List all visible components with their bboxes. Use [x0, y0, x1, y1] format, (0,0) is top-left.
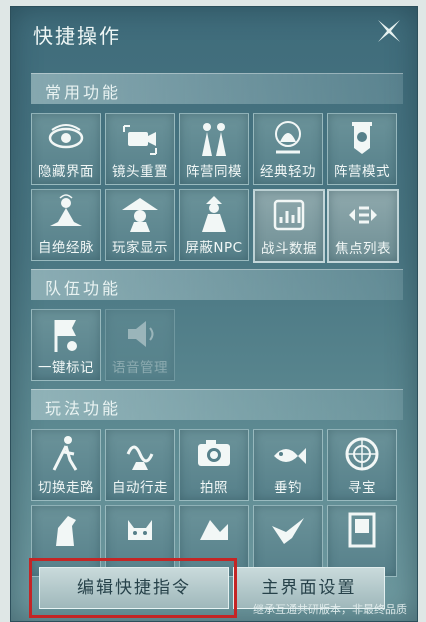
- cat-icon: [128, 520, 152, 540]
- section-team: 队伍功能: [31, 269, 403, 300]
- tile-label: 阵营同模: [186, 164, 242, 180]
- lightness-skill-icon: [275, 121, 301, 154]
- tile-label: 语音管理: [112, 360, 168, 376]
- tile-label: 自绝经脉: [38, 240, 94, 256]
- bird-icon: [272, 518, 304, 544]
- camera-icon: [123, 125, 157, 155]
- treasure-hunt-button[interactable]: 寻宝: [327, 429, 397, 501]
- panel-header: 快捷操作: [11, 7, 417, 55]
- photo-icon: [198, 440, 230, 466]
- fishing-icon: [274, 448, 306, 464]
- panel-title: 快捷操作: [33, 24, 121, 48]
- tile-label: 一键标记: [38, 360, 94, 376]
- walk-icon: [52, 436, 78, 471]
- tile-label: 垂钓: [274, 480, 302, 496]
- section-gameplay: 玩法功能: [31, 389, 403, 420]
- meditation-icon: [50, 194, 82, 226]
- section-team-label: 队伍功能: [45, 279, 122, 298]
- pet-icon: [200, 520, 228, 540]
- tile-label: 拍照: [200, 480, 228, 496]
- section-gameplay-label: 玩法功能: [45, 399, 122, 418]
- tile-label: 战斗数据: [261, 241, 317, 257]
- voice-icon: [128, 321, 154, 347]
- tile-label: 切换走路: [38, 480, 94, 496]
- highlight-box: [29, 558, 237, 618]
- horse-icon: [56, 516, 76, 546]
- auto-walk-button[interactable]: 自动行走: [105, 429, 175, 501]
- tile-label: 隐藏界面: [38, 164, 94, 180]
- tile-label: 玩家显示: [112, 240, 168, 256]
- watermark-text: 继承互通共研版本，非最终品质: [253, 603, 407, 616]
- treasure-icon: [345, 437, 379, 471]
- bamboo-hat-icon: [122, 198, 158, 232]
- section-common-label: 常用功能: [45, 83, 122, 102]
- eye-icon: [48, 124, 84, 149]
- focus-list-icon: [349, 206, 377, 224]
- quick-actions-panel: 快捷操作 常用功能 隐藏界面 镜头重置 阵营同模 经典轻功 阵营模式 自绝经脉 …: [10, 6, 418, 622]
- tile-label: 镜头重置: [112, 164, 168, 180]
- block-npc-button[interactable]: 屏蔽NPC: [179, 189, 249, 261]
- mark-icon: [54, 320, 77, 352]
- classic-lightness-button[interactable]: 经典轻功: [253, 113, 323, 185]
- faction-mode-button[interactable]: 阵营模式: [327, 113, 397, 185]
- one-key-mark-button[interactable]: 一键标记: [31, 309, 101, 381]
- toggle-walk-button[interactable]: 切换走路: [31, 429, 101, 501]
- tile-label: 屏蔽NPC: [185, 240, 243, 256]
- auto-walk-icon: [126, 445, 154, 470]
- tile-label: 阵营模式: [334, 164, 390, 180]
- faction-same-model-button[interactable]: 阵营同模: [179, 113, 249, 185]
- hide-ui-button[interactable]: 隐藏界面: [31, 113, 101, 185]
- self-sever-meridians-button[interactable]: 自绝经脉: [31, 189, 101, 261]
- furniture-icon: [348, 512, 376, 548]
- tile-label: 寻宝: [348, 480, 376, 496]
- npc-figure-icon: [202, 196, 226, 232]
- photo-button[interactable]: 拍照: [179, 429, 249, 501]
- tile-label: 经典轻功: [260, 164, 316, 180]
- reset-camera-button[interactable]: 镜头重置: [105, 113, 175, 185]
- banner-icon: [352, 122, 372, 154]
- tile-label: 自动行走: [112, 480, 168, 496]
- tile-label: 焦点列表: [335, 241, 391, 257]
- focus-list-button[interactable]: 焦点列表: [327, 189, 399, 263]
- battle-data-icon: [273, 199, 305, 231]
- voice-management-button[interactable]: 语音管理: [105, 309, 175, 381]
- close-icon[interactable]: [375, 17, 403, 45]
- section-common: 常用功能: [31, 73, 403, 104]
- player-display-button[interactable]: 玩家显示: [105, 189, 175, 261]
- battle-data-button[interactable]: 战斗数据: [253, 189, 325, 263]
- twin-figures-icon: [202, 123, 226, 156]
- fishing-button[interactable]: 垂钓: [253, 429, 323, 501]
